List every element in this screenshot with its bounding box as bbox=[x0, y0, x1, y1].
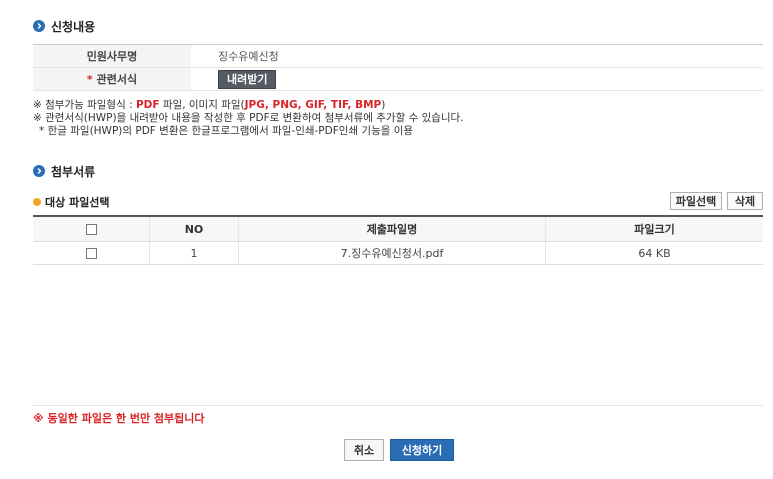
note-file-types: ※ 첨부가능 파일형식 : PDF 파일, 이미지 파일(JPG, PNG, G… bbox=[33, 99, 464, 112]
target-file-label: 대상 파일선택 bbox=[45, 196, 110, 209]
arrow-right-icon bbox=[33, 165, 45, 177]
row-checkbox[interactable] bbox=[85, 248, 97, 259]
attachments-section-header: 첨부서류 bbox=[33, 163, 95, 179]
arrow-right-icon bbox=[33, 20, 45, 32]
application-section-header: 신청내용 bbox=[33, 18, 95, 34]
service-name-label: 민원사무명 bbox=[33, 44, 191, 68]
row-filename: 7.징수유예신청서.pdf bbox=[238, 241, 546, 265]
info-row-service: 민원사무명 징수유예신청 bbox=[33, 44, 763, 68]
select-all-cell bbox=[33, 216, 150, 242]
note-hwp-convert: ※ 관련서식(HWP)을 내려받아 내용을 작성한 후 PDF로 변환하여 첨부… bbox=[33, 112, 464, 124]
attachment-table: NO 제출파일명 파일크기 1 7.징수유예신청서.pdf 64 KB bbox=[33, 215, 763, 265]
orange-dot-icon bbox=[33, 198, 41, 206]
note-pdf-highlight: PDF bbox=[135, 99, 160, 111]
application-section-title: 신청내용 bbox=[51, 19, 96, 34]
related-form-cell: 내려받기 bbox=[191, 67, 763, 91]
attachment-table-header: NO 제출파일명 파일크기 bbox=[33, 216, 763, 242]
delete-file-button[interactable]: 삭제 bbox=[727, 192, 763, 210]
upload-notes: ※ 첨부가능 파일형식 : PDF 파일, 이미지 파일(JPG, PNG, G… bbox=[33, 99, 464, 138]
submit-button[interactable]: 신청하기 bbox=[390, 439, 454, 461]
download-form-button[interactable]: 내려받기 bbox=[218, 69, 277, 89]
col-no: NO bbox=[149, 216, 239, 242]
select-file-button[interactable]: 파일선택 bbox=[670, 192, 722, 210]
service-name-value: 징수유예신청 bbox=[191, 44, 763, 68]
col-filename: 제출파일명 bbox=[238, 216, 546, 242]
col-filesize: 파일크기 bbox=[545, 216, 763, 242]
note-image-types-highlight: JPG, PNG, GIF, TIF, BMP bbox=[244, 99, 382, 111]
note-file-types-mid: 파일, 이미지 파일( bbox=[159, 99, 245, 111]
note-file-types-suffix: ) bbox=[381, 99, 386, 111]
row-select-cell bbox=[33, 241, 150, 265]
target-file-subhead: 대상 파일선택 bbox=[33, 194, 110, 210]
row-filesize: 64 KB bbox=[545, 241, 763, 265]
row-no: 1 bbox=[149, 241, 239, 265]
info-row-form: * 관련서식 내려받기 bbox=[33, 67, 763, 91]
duplicate-file-warning: ※ 동일한 파일은 한 번만 첨부됩니다 bbox=[33, 412, 205, 425]
related-form-label-cell: * 관련서식 bbox=[33, 67, 191, 91]
note-hwp-pdf-print: * 한글 파일(HWP)의 PDF 변환은 한글프로그램에서 파일-인쇄-PDF… bbox=[39, 125, 414, 137]
table-row[interactable]: 1 7.징수유예신청서.pdf 64 KB bbox=[33, 241, 763, 265]
required-star: * bbox=[86, 73, 93, 86]
attachments-section-title: 첨부서류 bbox=[51, 164, 96, 179]
select-all-checkbox[interactable] bbox=[85, 224, 97, 235]
cancel-button[interactable]: 취소 bbox=[344, 439, 384, 461]
application-info-table: 민원사무명 징수유예신청 * 관련서식 내려받기 bbox=[33, 44, 763, 91]
warning-divider bbox=[33, 405, 763, 406]
related-form-label: 관련서식 bbox=[96, 73, 138, 86]
note-file-types-prefix: ※ 첨부가능 파일형식 : bbox=[33, 99, 136, 111]
